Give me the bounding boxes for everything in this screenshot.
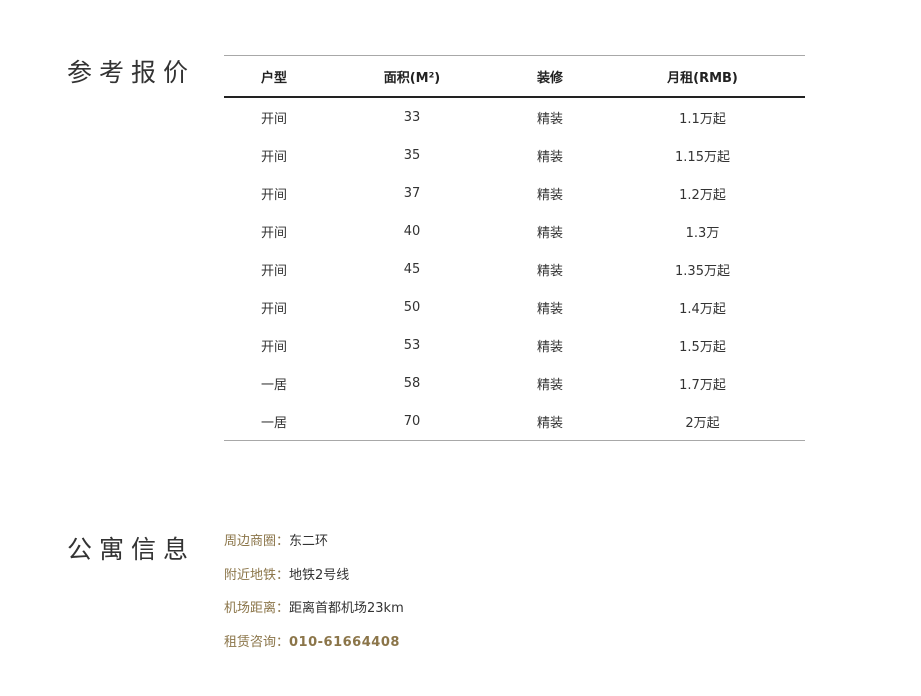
area-cell: 40 — [403, 223, 421, 239]
table-header-row: 户型 面积(M²) 装修 月租(RMB) — [224, 55, 805, 97]
rent-cell: 1.4万起 — [679, 301, 726, 317]
info-list: 周边商圈：东二环 附近地铁：地铁2号线 机场距离：距离首都机场23km 租赁咨询… — [224, 529, 404, 663]
table-row: 开间 35 精装 1.15万起 — [224, 136, 805, 174]
unit-type-cell: 开间 — [260, 187, 287, 203]
info-section-title: 公寓信息 — [67, 535, 196, 564]
unit-type-cell: 开间 — [260, 263, 287, 279]
decoration-cell: 精装 — [536, 111, 563, 127]
info-value: 地铁2号线 — [289, 567, 350, 583]
unit-type-cell: 一居 — [224, 402, 324, 441]
unit-type-cell: 一居 — [260, 377, 287, 393]
header-unit-type: 户型 — [260, 70, 287, 86]
area-cell: 45 — [403, 261, 421, 277]
area-cell: 35 — [403, 147, 421, 163]
table-row: 开间 45 精装 1.35万起 — [224, 250, 805, 288]
table-row: 开间 53 精装 1.5万起 — [224, 326, 805, 364]
decoration-cell: 精装 — [536, 187, 563, 203]
header-decoration: 装修 — [536, 70, 563, 86]
decoration-cell: 精装 — [536, 263, 563, 279]
info-value: 距离首都机场23km — [289, 601, 404, 616]
unit-type-cell: 开间 — [260, 301, 287, 317]
info-label: 租赁咨询： — [224, 634, 290, 650]
header-area: 面积(M²) — [383, 70, 441, 86]
rent-cell: 1.15万起 — [675, 149, 730, 165]
table-row: 一居 70 精装 2万起 — [224, 402, 805, 441]
table-row: 开间 37 精装 1.2万起 — [224, 174, 805, 212]
area-cell: 70 — [324, 402, 500, 441]
price-section-title: 参考报价 — [67, 58, 196, 87]
info-item-airport-distance: 机场距离：距离首都机场23km — [224, 596, 404, 630]
table-row: 开间 40 精装 1.3万 — [224, 212, 805, 250]
info-item-subway: 附近地铁：地铁2号线 — [224, 563, 404, 597]
info-label: 机场距离： — [224, 601, 290, 616]
decoration-cell: 精装 — [536, 339, 563, 355]
unit-type-cell: 开间 — [260, 339, 287, 355]
info-value: 东二环 — [289, 534, 329, 549]
header-monthly-rent: 月租(RMB) — [667, 70, 738, 86]
table-row: 开间 50 精装 1.4万起 — [224, 288, 805, 326]
rent-cell: 1.35万起 — [675, 263, 730, 279]
info-label: 周边商圈： — [224, 534, 290, 549]
phone-number-link[interactable]: 010-61664408 — [289, 635, 400, 650]
decoration-cell: 精装 — [536, 377, 563, 393]
rent-cell: 1.3万 — [685, 225, 720, 241]
decoration-cell: 精装 — [536, 301, 563, 317]
area-cell: 33 — [403, 109, 421, 125]
area-cell: 58 — [403, 375, 421, 391]
area-cell: 37 — [403, 185, 421, 201]
info-label: 附近地铁： — [224, 567, 290, 583]
rent-cell: 1.5万起 — [679, 339, 726, 355]
info-item-business-district: 周边商圈：东二环 — [224, 529, 404, 563]
rent-cell: 2万起 — [600, 402, 805, 441]
rent-cell: 1.1万起 — [679, 111, 726, 127]
decoration-cell: 精装 — [536, 149, 563, 165]
rent-cell: 1.7万起 — [679, 377, 726, 393]
table-row: 一居 58 精装 1.7万起 — [224, 364, 805, 402]
price-table: 户型 面积(M²) 装修 月租(RMB) 开间 33 精装 1.1万起 开间 35 精装 1.… — [224, 55, 805, 441]
unit-type-cell: 开间 — [260, 149, 287, 165]
decoration-cell: 精装 — [500, 402, 600, 441]
table-row: 开间 33 精装 1.1万起 — [224, 97, 805, 136]
unit-type-cell: 开间 — [260, 111, 287, 127]
rent-cell: 1.2万起 — [679, 187, 726, 203]
area-cell: 50 — [403, 299, 421, 315]
unit-type-cell: 开间 — [260, 225, 287, 241]
decoration-cell: 精装 — [536, 225, 563, 241]
info-item-rental-inquiry: 租赁咨询：010-61664408 — [224, 630, 404, 664]
area-cell: 53 — [403, 337, 421, 353]
